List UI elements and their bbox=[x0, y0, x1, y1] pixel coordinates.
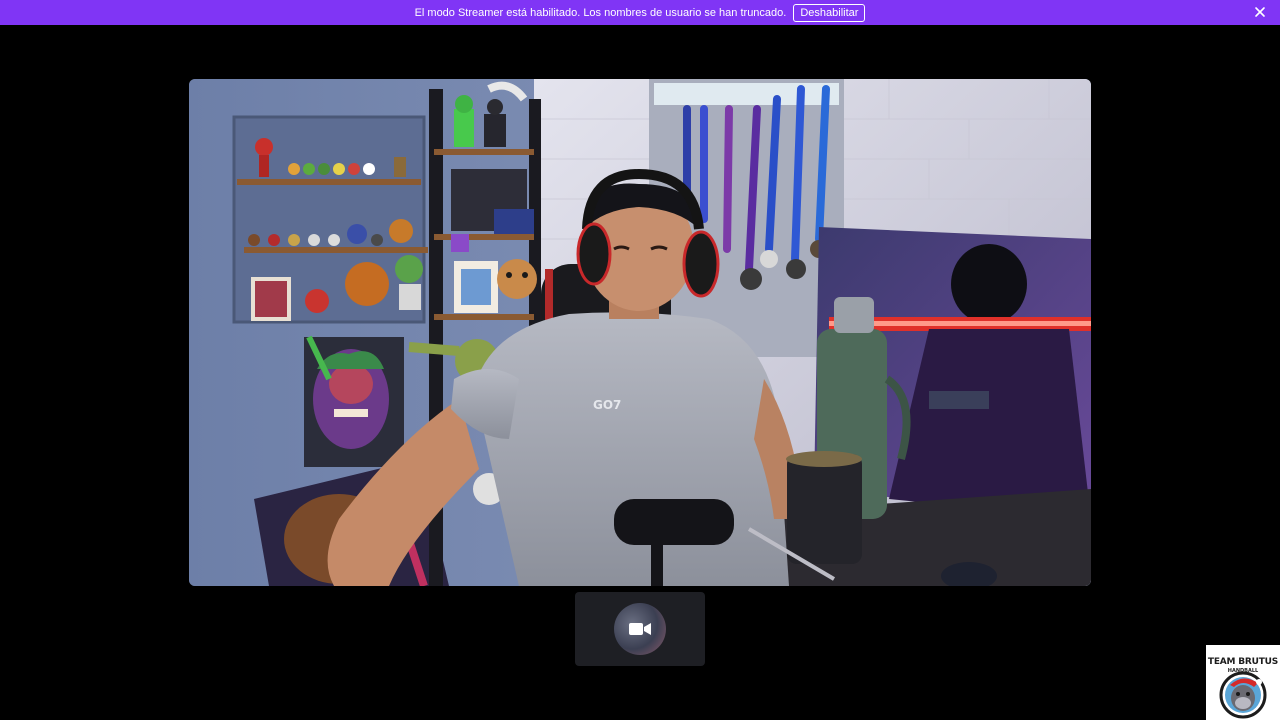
streamer-mode-banner: El modo Streamer está habilitado. Los no… bbox=[0, 0, 1280, 25]
team-logo: TEAM BRUTUS HANDBALL bbox=[1206, 645, 1280, 720]
svg-text:GO7: GO7 bbox=[593, 398, 621, 412]
avatar bbox=[614, 603, 666, 655]
camera-feed: GO7 bbox=[189, 79, 1091, 586]
gorilla-icon bbox=[1219, 671, 1267, 719]
video-camera-icon bbox=[629, 623, 651, 635]
close-icon[interactable] bbox=[1252, 4, 1268, 20]
disable-streamer-mode-button[interactable]: Deshabilitar bbox=[793, 3, 866, 22]
streamer-mode-message: El modo Streamer está habilitado. Los no… bbox=[414, 6, 787, 19]
video-stream[interactable]: GO7 bbox=[189, 79, 1091, 586]
self-preview-tile[interactable] bbox=[575, 592, 705, 666]
